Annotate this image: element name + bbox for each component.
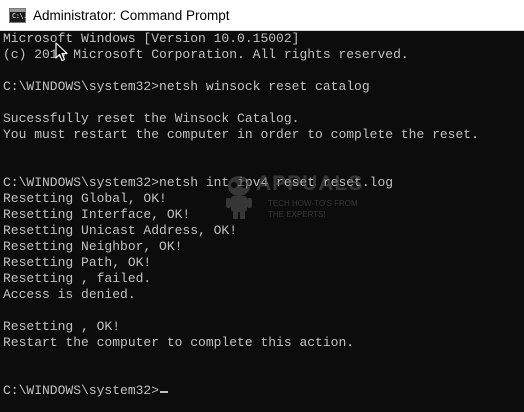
command-prompt-icon[interactable]: C:\. <box>9 8 27 23</box>
console-line: Microsoft Windows [Version 10.0.15002] <box>3 31 300 46</box>
console-line: Sucessfully reset the Winsock Catalog. <box>3 111 300 126</box>
command-prompt-window: C:\. Administrator: Command Prompt Micro… <box>0 0 524 412</box>
text-cursor <box>160 391 169 393</box>
mouse-pointer-icon <box>55 42 68 62</box>
console-line: Resetting Unicast Address, OK! <box>3 223 238 238</box>
icon-glyph: C:\. <box>12 12 27 20</box>
console-line: Resetting Path, OK! <box>3 255 152 270</box>
console-lines: Microsoft Windows [Version 10.0.15002] (c… <box>3 31 479 399</box>
console-line: Resetting Interface, OK! <box>3 207 191 222</box>
console-line: Resetting , failed. <box>3 271 152 286</box>
console-line: C:\WINDOWS\system32>netsh int ipv4 reset… <box>3 175 394 190</box>
console-output[interactable]: Microsoft Windows [Version 10.0.15002] (c… <box>0 31 524 412</box>
window-title: Administrator: Command Prompt <box>33 8 230 23</box>
console-line: C:\WINDOWS\system32> <box>3 383 479 399</box>
console-line: You must restart the computer in order t… <box>3 127 479 142</box>
title-bar[interactable]: C:\. Administrator: Command Prompt <box>0 0 524 31</box>
console-line: (c) 2016 Microsoft Corporation. All righ… <box>3 47 409 62</box>
console-line: Resetting Global, OK! <box>3 191 167 206</box>
console-line: Resetting , OK! <box>3 319 121 334</box>
console-line: C:\WINDOWS\system32>netsh winsock reset … <box>3 79 370 94</box>
console-line: Access is denied. <box>3 287 136 302</box>
console-line: Resetting Neighbor, OK! <box>3 239 183 254</box>
console-line: Restart the computer to complete this ac… <box>3 335 355 350</box>
